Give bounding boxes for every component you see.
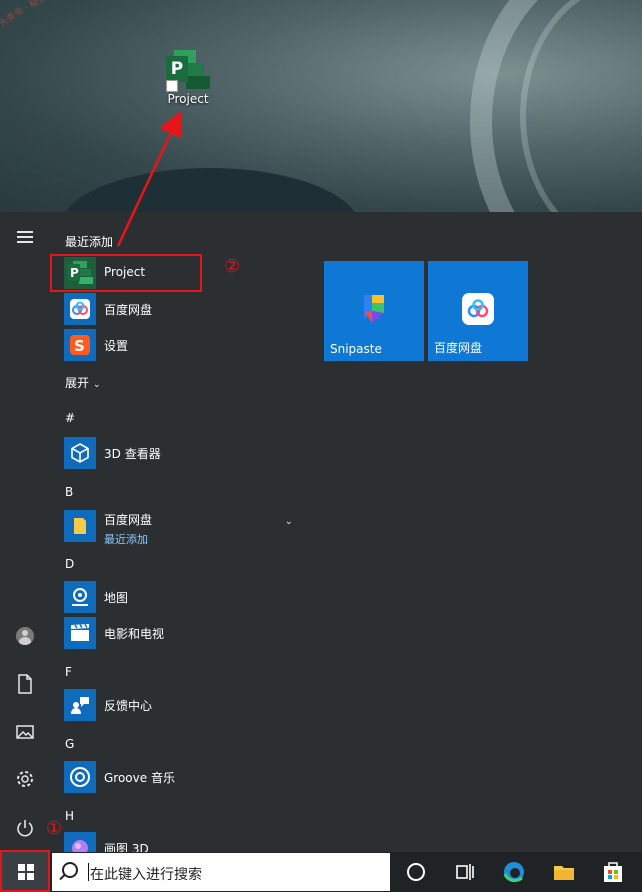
app-item-maps[interactable]: 地图 bbox=[50, 579, 305, 615]
tile-label: 百度网盘 bbox=[434, 341, 483, 355]
search-icon bbox=[62, 862, 78, 878]
groove-music-icon bbox=[64, 761, 96, 793]
search-placeholder: 在此键入进行搜索 bbox=[90, 867, 202, 883]
taskbar-search-box[interactable]: 在此键入进行搜索 bbox=[52, 853, 390, 891]
3d-viewer-icon bbox=[64, 437, 96, 469]
annotation-box-start bbox=[0, 850, 50, 892]
snipaste-icon bbox=[358, 293, 390, 325]
start-menu: 最近添加 P Project 百度网盘 S 设置 展开 ⌄ # 3D 查看器 B… bbox=[0, 212, 642, 852]
app-name: 百度网盘 bbox=[104, 303, 153, 317]
svg-text:S: S bbox=[74, 337, 85, 355]
desktop-shortcut-label: Project bbox=[167, 92, 209, 106]
start-rail bbox=[0, 212, 50, 852]
hamburger-menu-icon[interactable] bbox=[13, 228, 37, 252]
recently-added-header: 最近添加 bbox=[65, 235, 114, 249]
annotation-box-project bbox=[50, 254, 202, 292]
group-header-d[interactable]: D bbox=[65, 557, 74, 571]
user-avatar-icon[interactable] bbox=[13, 624, 37, 648]
feedback-hub-icon bbox=[64, 689, 96, 721]
group-header-g[interactable]: G bbox=[65, 737, 74, 751]
watermark: 头条号 · 秘快科技 bbox=[0, 0, 64, 30]
file-explorer-icon[interactable] bbox=[552, 860, 576, 884]
paint-3d-icon bbox=[64, 832, 96, 852]
app-name: 画图 3D bbox=[104, 842, 149, 852]
expand-button[interactable]: 展开 ⌄ bbox=[65, 374, 101, 391]
maps-icon bbox=[64, 581, 96, 613]
app-item-paint-3d[interactable]: 画图 3D bbox=[50, 830, 305, 852]
taskbar: 在此键入进行搜索 bbox=[0, 852, 642, 892]
app-item-feedback-hub[interactable]: 反馈中心 bbox=[50, 687, 305, 723]
movies-tv-icon bbox=[64, 617, 96, 649]
group-header-hash[interactable]: # bbox=[65, 411, 75, 425]
chevron-down-icon: ⌄ bbox=[93, 380, 101, 390]
edge-browser-icon[interactable] bbox=[502, 860, 526, 884]
app-name: 反馈中心 bbox=[104, 699, 153, 713]
chevron-down-icon[interactable]: ⌄ bbox=[285, 516, 293, 527]
app-name: 电影和电视 bbox=[104, 627, 165, 641]
baidu-netdisk-icon bbox=[462, 293, 494, 325]
app-folder-baidu-netdisk[interactable]: 百度网盘 最近添加 ⌄ bbox=[50, 508, 305, 546]
settings-gear-icon[interactable] bbox=[13, 767, 37, 791]
microsoft-store-icon[interactable] bbox=[601, 860, 625, 884]
cortana-icon[interactable] bbox=[404, 860, 428, 884]
project-icon: P bbox=[166, 50, 210, 92]
expand-label: 展开 bbox=[65, 376, 90, 390]
group-header-h[interactable]: H bbox=[65, 809, 74, 823]
app-sub-label: 最近添加 bbox=[104, 533, 148, 546]
app-list: 最近添加 P Project 百度网盘 S 设置 展开 ⌄ # 3D 查看器 B… bbox=[50, 212, 310, 852]
folder-icon bbox=[64, 510, 96, 542]
tile-label: Snipaste bbox=[330, 342, 382, 356]
desktop-project-shortcut[interactable]: P Project bbox=[152, 50, 224, 106]
tile-snipaste[interactable]: Snipaste bbox=[324, 261, 424, 361]
app-name: 地图 bbox=[104, 591, 129, 605]
app-name: 3D 查看器 bbox=[104, 447, 161, 461]
app-item-settings[interactable]: S 设置 bbox=[50, 327, 305, 363]
annotation-number-2: ② bbox=[224, 256, 241, 277]
task-view-icon[interactable] bbox=[452, 860, 476, 884]
app-item-baidu-netdisk[interactable]: 百度网盘 bbox=[50, 291, 305, 327]
wallpaper-dome bbox=[60, 168, 360, 212]
app-name: 设置 bbox=[104, 339, 129, 353]
group-header-b[interactable]: B bbox=[65, 485, 73, 499]
annotation-number-1: ① bbox=[46, 818, 63, 839]
app-name: 百度网盘 bbox=[104, 513, 153, 527]
text-cursor bbox=[88, 863, 89, 881]
app-item-groove-music[interactable]: Groove 音乐 bbox=[50, 759, 305, 795]
baidu-netdisk-icon bbox=[64, 293, 96, 325]
app-name: Groove 音乐 bbox=[104, 771, 175, 785]
app-item-movies-tv[interactable]: 电影和电视 bbox=[50, 615, 305, 651]
group-header-f[interactable]: F bbox=[65, 665, 72, 679]
shortcut-arrow-icon bbox=[166, 80, 178, 92]
app-item-3d-viewer[interactable]: 3D 查看器 bbox=[50, 435, 305, 471]
desktop-background: 头条号 · 秘快科技 P Project bbox=[0, 0, 642, 212]
power-icon[interactable] bbox=[13, 816, 37, 840]
pictures-icon[interactable] bbox=[13, 720, 37, 744]
sogou-settings-icon: S bbox=[64, 329, 96, 361]
documents-icon[interactable] bbox=[13, 672, 37, 696]
tile-baidu-netdisk[interactable]: 百度网盘 bbox=[428, 261, 528, 361]
